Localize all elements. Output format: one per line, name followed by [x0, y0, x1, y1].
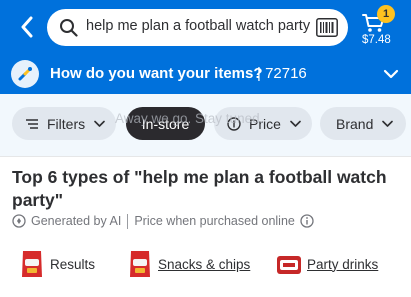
info-icon[interactable] [300, 214, 314, 228]
brand-filter-button[interactable]: Brand [320, 107, 406, 140]
chip-bag-thumbnail [22, 251, 42, 277]
category-label: Snacks & chips [158, 256, 251, 272]
brand-label: Brand [336, 115, 374, 132]
ai-sparkle-icon [12, 214, 26, 228]
results-title: Top 6 types of "help me plan a football … [12, 167, 387, 210]
chevron-down-icon[interactable] [383, 67, 399, 81]
chevron-down-icon [290, 120, 301, 127]
chevron-down-icon [94, 120, 105, 127]
chevron-down-icon [382, 120, 394, 127]
cart-total: $7.48 [362, 34, 391, 46]
results-meta: Generated by AI Price when purchased onl… [12, 212, 314, 230]
search-input[interactable]: help me plan a football watch party [86, 18, 310, 34]
back-button[interactable] [14, 12, 40, 42]
fulfillment-question: How do you want your items? [50, 65, 263, 82]
back-arrow-icon [21, 16, 33, 38]
price-note: Price when purchased online [134, 214, 295, 228]
delivery-icon [11, 60, 39, 88]
cart-count-badge: 1 [377, 5, 395, 23]
fulfillment-bar[interactable]: How do you want your items? | 72716 [0, 57, 411, 94]
cart-button[interactable]: 1 $7.48 [358, 5, 402, 51]
category-label: Party drinks [307, 256, 379, 272]
loading-overlay-text: Away we go. Stay tuned. [115, 111, 264, 126]
soda-pack-thumbnail [277, 256, 301, 274]
category-results[interactable]: Results [18, 246, 95, 282]
category-row: Results Snacks & chips Party drinks [0, 246, 411, 286]
filters-button[interactable]: Filters [12, 107, 116, 140]
meta-divider [127, 213, 129, 229]
app-header: help me plan a football watch party 1 $7… [0, 0, 411, 57]
filter-sliders-icon [26, 118, 38, 129]
category-label: Results [50, 256, 96, 272]
category-snacks-chips[interactable]: Snacks & chips [126, 246, 250, 282]
generated-by-label: Generated by AI [31, 214, 122, 228]
section-divider [0, 156, 411, 157]
filters-label: Filters [47, 115, 86, 132]
category-party-drinks[interactable]: Party drinks [275, 246, 378, 282]
search-bar[interactable]: help me plan a football watch party [47, 9, 348, 46]
chip-bag-thumbnail [130, 251, 150, 277]
barcode-icon[interactable] [316, 18, 338, 37]
search-icon [60, 19, 78, 37]
zip-code: | 72716 [257, 65, 307, 82]
